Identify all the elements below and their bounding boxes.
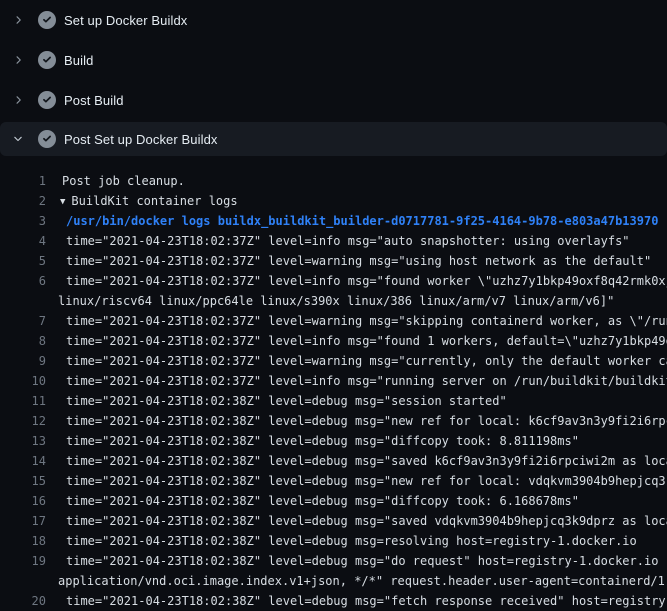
log-line: 6 time="2021-04-23T18:02:37Z" level=info … (0, 271, 667, 291)
log-line-text: time="2021-04-23T18:02:37Z" level=warnin… (66, 251, 651, 271)
log-line: 18 time="2021-04-23T18:02:38Z" level=debu… (0, 531, 667, 551)
check-circle-icon (38, 51, 56, 69)
log-line: 15 time="2021-04-23T18:02:38Z" level=debu… (0, 471, 667, 491)
step-section-build[interactable]: Build (0, 40, 667, 80)
log-line: 10 time="2021-04-23T18:02:37Z" level=info… (0, 371, 667, 391)
log-line-text: time="2021-04-23T18:02:37Z" level=warnin… (66, 351, 667, 371)
log-line-number[interactable]: 9 (0, 351, 46, 371)
log-line-text: time="2021-04-23T18:02:38Z" level=debug … (66, 491, 579, 511)
log-line-number[interactable]: 19 (0, 551, 46, 571)
group-label: BuildKit container logs (71, 194, 237, 208)
chevron-right-icon (12, 53, 24, 67)
log-line-text: time="2021-04-23T18:02:37Z" level=info m… (66, 271, 667, 291)
step-section-post-set-up-docker-buildx[interactable]: Post Set up Docker Buildx (0, 122, 667, 156)
log-line: 8 time="2021-04-23T18:02:37Z" level=info … (0, 331, 667, 351)
check-circle-icon (38, 130, 56, 148)
log-line-text: application/vnd.oci.image.index.v1+json,… (58, 571, 667, 591)
log-line: 20 time="2021-04-23T18:02:38Z" level=debu… (0, 591, 667, 611)
log-line-number[interactable]: 1 (0, 171, 46, 191)
log-line: 3/usr/bin/docker logs buildx_buildkit_bu… (0, 211, 667, 231)
step-section-label: Set up Docker Buildx (64, 13, 187, 28)
log-line: 9 time="2021-04-23T18:02:37Z" level=warni… (0, 351, 667, 371)
log-line-number[interactable]: 13 (0, 431, 46, 451)
log-line-text: time="2021-04-23T18:02:38Z" level=debug … (66, 591, 667, 611)
step-section-post-build[interactable]: Post Build (0, 80, 667, 120)
log-line-number[interactable]: 8 (0, 331, 46, 351)
log-line: 4 time="2021-04-23T18:02:37Z" level=info … (0, 231, 667, 251)
log-line: 19 time="2021-04-23T18:02:38Z" level=debu… (0, 551, 667, 571)
log-line-number[interactable]: 12 (0, 411, 46, 431)
step-section-label: Post Build (64, 93, 124, 108)
log-line-text: Post job cleanup. (62, 171, 185, 191)
log-line-continuation: linux/riscv64 linux/ppc64le linux/s390x … (0, 291, 667, 311)
check-circle-icon (38, 11, 56, 29)
log-line-number[interactable]: 17 (0, 511, 46, 531)
log-line-number[interactable]: 2 (0, 191, 46, 211)
log-line-text: time="2021-04-23T18:02:37Z" level=info m… (66, 371, 667, 391)
log-line-number[interactable]: 14 (0, 451, 46, 471)
log-line: 11 time="2021-04-23T18:02:38Z" level=debu… (0, 391, 667, 411)
chevron-down-icon (12, 132, 24, 146)
step-section-label: Build (64, 53, 93, 68)
log-line: 13 time="2021-04-23T18:02:38Z" level=debu… (0, 431, 667, 451)
log-line-text: time="2021-04-23T18:02:37Z" level=info m… (66, 331, 667, 351)
check-circle-icon (38, 91, 56, 109)
log-line-number[interactable]: 7 (0, 311, 46, 331)
chevron-right-icon (12, 93, 24, 107)
log-line: 1 Post job cleanup. (0, 171, 667, 191)
log-line-number[interactable]: 11 (0, 391, 46, 411)
log-line-number[interactable]: 4 (0, 231, 46, 251)
group-collapse-triangle-icon[interactable]: ▼ (60, 192, 65, 212)
log-line-text: time="2021-04-23T18:02:38Z" level=debug … (66, 431, 579, 451)
log-line-number[interactable]: 5 (0, 251, 46, 271)
log-line-number[interactable]: 10 (0, 371, 46, 391)
log-line-number[interactable]: 20 (0, 591, 46, 611)
log-line-number[interactable]: 16 (0, 491, 46, 511)
chevron-right-icon (12, 13, 24, 27)
log-line-text: time="2021-04-23T18:02:38Z" level=debug … (66, 551, 667, 571)
log-line-text: time="2021-04-23T18:02:38Z" level=debug … (66, 391, 507, 411)
step-section-set-up-docker-buildx[interactable]: Set up Docker Buildx (0, 0, 667, 40)
log-line: 17 time="2021-04-23T18:02:38Z" level=debu… (0, 511, 667, 531)
log-line: 16 time="2021-04-23T18:02:38Z" level=debu… (0, 491, 667, 511)
log-line-text: time="2021-04-23T18:02:38Z" level=debug … (66, 451, 667, 471)
log-line-text: time="2021-04-23T18:02:38Z" level=debug … (66, 511, 667, 531)
log-line: 12 time="2021-04-23T18:02:38Z" level=debu… (0, 411, 667, 431)
log-line: 7 time="2021-04-23T18:02:37Z" level=warni… (0, 311, 667, 331)
log-line-text: linux/riscv64 linux/ppc64le linux/s390x … (58, 291, 614, 311)
log-line-text: time="2021-04-23T18:02:38Z" level=debug … (66, 531, 637, 551)
log-line-text: time="2021-04-23T18:02:37Z" level=info m… (66, 231, 630, 251)
log-line-number[interactable]: 6 (0, 271, 46, 291)
log-line-number[interactable]: 18 (0, 531, 46, 551)
log-line-number[interactable]: 15 (0, 471, 46, 491)
log-line-text: time="2021-04-23T18:02:37Z" level=warnin… (66, 311, 667, 331)
log-command-text: /usr/bin/docker logs buildx_buildkit_bui… (66, 211, 658, 231)
log-line: 2 ▼ BuildKit container logs (0, 191, 667, 211)
steps-list: Set up Docker Buildx Build Post Build Po… (0, 0, 667, 156)
log-area: 1 Post job cleanup. 2 ▼ BuildKit container l… (0, 157, 667, 611)
log-line-text: time="2021-04-23T18:02:38Z" level=debug … (66, 411, 667, 431)
log-group-header[interactable]: ▼ BuildKit container logs (60, 191, 238, 211)
step-section-label: Post Set up Docker Buildx (64, 132, 218, 147)
log-line-number[interactable]: 3 (0, 211, 46, 231)
log-line: 14 time="2021-04-23T18:02:38Z" level=debu… (0, 451, 667, 471)
log-line-text: time="2021-04-23T18:02:38Z" level=debug … (66, 471, 667, 491)
log-line: 5 time="2021-04-23T18:02:37Z" level=warni… (0, 251, 667, 271)
log-line-continuation: application/vnd.oci.image.index.v1+json,… (0, 571, 667, 591)
